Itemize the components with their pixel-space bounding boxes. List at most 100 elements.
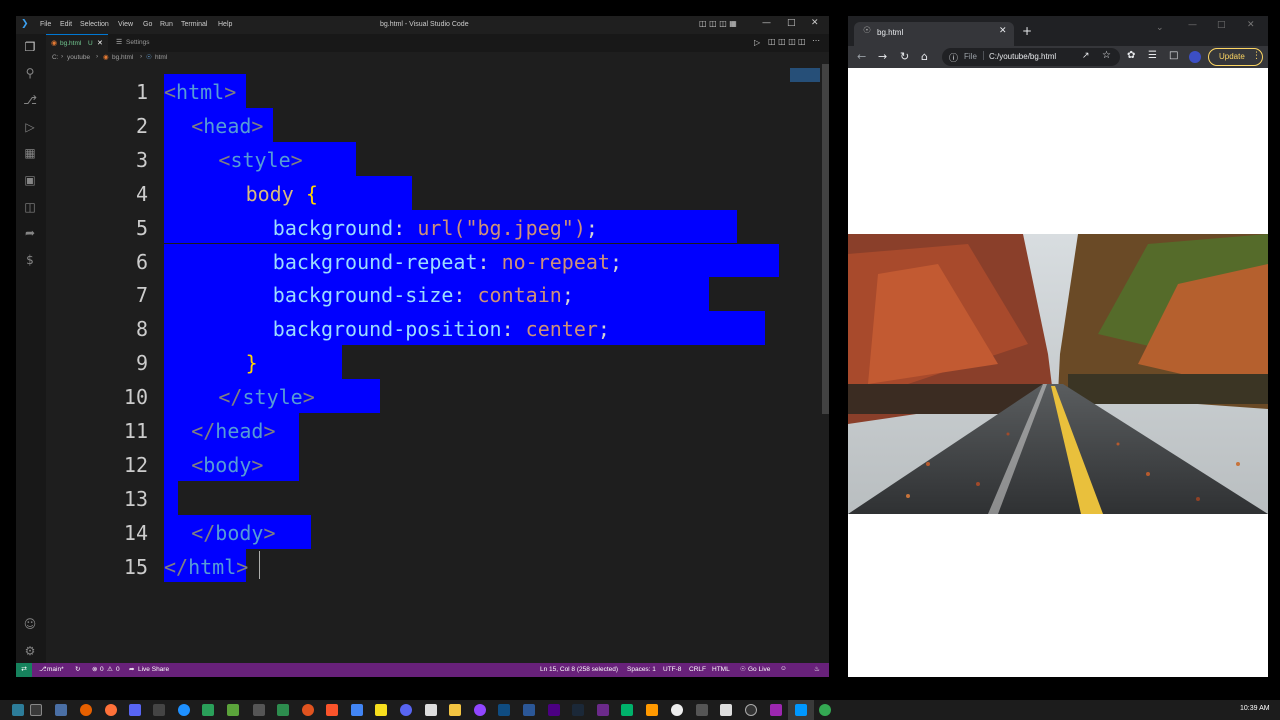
minimap[interactable] [790, 68, 820, 82]
profile-avatar[interactable] [1189, 51, 1201, 63]
breadcrumb-file[interactable]: bg.html [112, 54, 133, 61]
menu-run[interactable]: Run [160, 21, 173, 28]
split-editor-icon[interactable]: ◫ [798, 37, 806, 46]
tab-bg-html[interactable]: ◉ bg.html U ✕ [46, 34, 108, 53]
breadcrumb-symbol[interactable]: html [155, 54, 167, 61]
app-icon[interactable] [277, 704, 289, 716]
code-line[interactable]: </body> [191, 521, 275, 545]
app-icon[interactable] [548, 704, 560, 716]
edge-icon[interactable] [178, 704, 190, 716]
code-line[interactable]: </style> [218, 385, 314, 409]
close-icon[interactable]: ✕ [811, 18, 819, 28]
live-share-icon[interactable]: ➦ [23, 226, 37, 240]
close-tab-icon[interactable]: ✕ [999, 26, 1007, 36]
vscode-taskbar-icon[interactable] [795, 704, 807, 716]
chrome-tab[interactable]: ☉ bg.html ✕ [854, 22, 1014, 46]
live-share-button[interactable]: Live Share [138, 666, 169, 673]
tab-close-icon[interactable]: ✕ [97, 39, 103, 47]
app-icon[interactable] [498, 704, 510, 716]
close-icon[interactable]: ✕ [1247, 20, 1255, 30]
back-icon[interactable]: ← [857, 50, 866, 63]
tab-settings[interactable]: ☰ Settings [108, 34, 160, 52]
code-line[interactable]: background: url("bg.jpeg"); [273, 216, 598, 240]
remote-icon[interactable]: ⇄ [16, 663, 32, 677]
code-line[interactable]: <head> [191, 114, 263, 138]
app-icon[interactable] [523, 704, 535, 716]
reload-icon[interactable]: ↻ [900, 50, 909, 63]
forward-icon[interactable]: → [878, 50, 887, 63]
side-panel-icon[interactable]: □ [1169, 50, 1178, 61]
reading-list-icon[interactable]: ☰ [1148, 50, 1157, 61]
run-debug-icon[interactable]: ▷ [23, 120, 37, 134]
app-icon[interactable] [745, 704, 757, 716]
start-icon[interactable] [12, 704, 24, 716]
chrome-taskbar-icon[interactable] [819, 704, 831, 716]
app-icon[interactable] [202, 704, 214, 716]
app-icon[interactable] [55, 704, 67, 716]
code-line[interactable]: </html> [164, 555, 248, 579]
extensions-icon[interactable]: ▦ [23, 146, 37, 160]
share-icon[interactable]: ↗ [1082, 51, 1090, 61]
app-icon[interactable] [621, 704, 633, 716]
branch-name[interactable]: main* [47, 666, 64, 673]
maximize-icon[interactable]: □ [787, 18, 796, 28]
run-icon[interactable]: ▷ [754, 38, 760, 47]
info-icon[interactable]: ⓘ [949, 51, 958, 64]
discord-icon[interactable] [400, 704, 412, 716]
app-icon[interactable] [253, 704, 265, 716]
menu-edit[interactable]: Edit [60, 21, 72, 28]
menu-view[interactable]: View [118, 21, 133, 28]
app-icon[interactable] [671, 704, 683, 716]
code-editor[interactable]: 1 <html> 2 <head> 3 <style> 4 body {5 background… [46, 64, 829, 663]
bookmark-icon[interactable]: ◫ [23, 200, 37, 214]
firefox-dev-icon[interactable] [105, 704, 117, 716]
editor-action-icons[interactable]: ◫ ◫ ◫ [768, 37, 796, 46]
account-icon[interactable]: ☺ [23, 617, 37, 631]
task-view-icon[interactable] [30, 704, 42, 716]
breadcrumb-folder[interactable]: youtube [67, 54, 90, 61]
maximize-icon[interactable]: □ [1217, 20, 1226, 30]
vlc-icon[interactable] [646, 704, 658, 716]
app-icon[interactable] [227, 704, 239, 716]
language-mode[interactable]: HTML [712, 666, 730, 673]
file-explorer-icon[interactable] [449, 704, 461, 716]
app-icon[interactable] [129, 704, 141, 716]
steam-icon[interactable] [572, 704, 584, 716]
code-line[interactable]: body { [246, 182, 318, 206]
code-line[interactable]: </head> [191, 419, 275, 443]
firefox-icon[interactable] [80, 704, 92, 716]
code-line[interactable]: <style> [218, 148, 302, 172]
brave-icon[interactable] [326, 704, 338, 716]
line-ending[interactable]: CRLF [689, 666, 706, 673]
minimize-icon[interactable]: — [762, 18, 771, 28]
sync-icon[interactable]: ↻ [75, 665, 80, 673]
update-button[interactable]: Update ⋮ [1208, 48, 1263, 66]
search-icon[interactable]: ⚲ [23, 66, 37, 80]
explorer-icon[interactable]: ❐ [23, 40, 37, 54]
menu-file[interactable]: File [40, 21, 51, 28]
go-live-button[interactable]: Go Live [748, 666, 770, 673]
app-icon[interactable] [153, 704, 165, 716]
app-icon[interactable] [375, 704, 387, 716]
feedback-icon[interactable]: ☺ [780, 665, 787, 672]
premiere-icon[interactable] [770, 704, 782, 716]
menu-terminal[interactable]: Terminal [181, 21, 207, 28]
menu-go[interactable]: Go [143, 21, 152, 28]
code-line[interactable]: <html> [164, 80, 236, 104]
minimize-icon[interactable]: — [1188, 20, 1197, 30]
app-icon[interactable] [597, 704, 609, 716]
code-line[interactable]: background-position: center; [273, 317, 610, 341]
dollar-icon[interactable]: $ [23, 253, 37, 267]
breadcrumb-drive[interactable]: C: [52, 54, 59, 61]
app-icon[interactable] [425, 704, 437, 716]
cursor-position[interactable]: Ln 15, Col 8 (258 selected) [540, 666, 618, 673]
indentation[interactable]: Spaces: 1 [627, 666, 656, 673]
menu-help[interactable]: Help [218, 21, 232, 28]
code-line[interactable]: background-repeat: no-repeat; [273, 250, 622, 274]
clock[interactable]: 10:39 AM [1240, 705, 1270, 712]
notifications-icon[interactable]: ♨ [814, 665, 820, 673]
source-control-icon[interactable]: ⎇ [23, 93, 37, 107]
layout-icons[interactable]: ◫ ◫ ◫ ▦ [699, 19, 737, 28]
home-icon[interactable]: ⌂ [921, 50, 928, 63]
new-tab-icon[interactable]: + [1022, 24, 1032, 38]
